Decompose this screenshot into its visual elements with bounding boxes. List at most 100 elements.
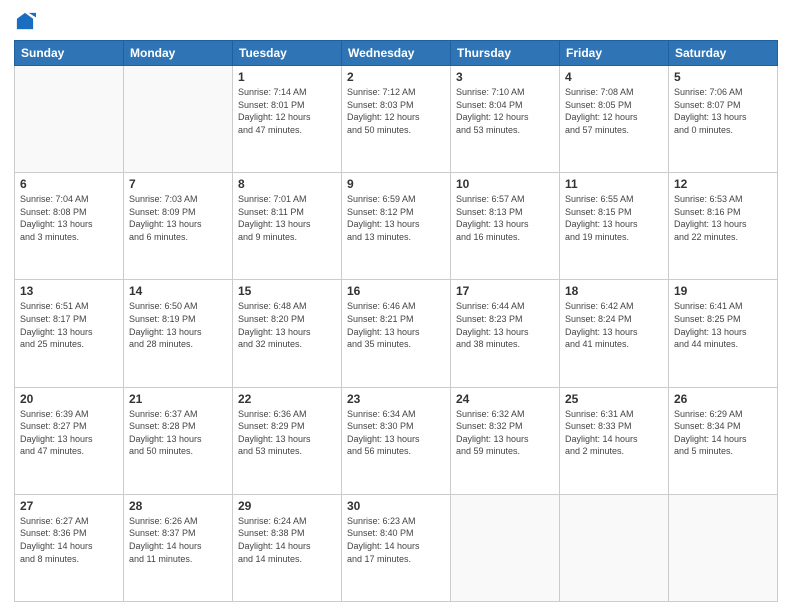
day-number: 23: [347, 392, 445, 406]
day-number: 7: [129, 177, 227, 191]
day-number: 2: [347, 70, 445, 84]
day-info: Sunrise: 7:10 AM Sunset: 8:04 PM Dayligh…: [456, 86, 554, 136]
day-number: 8: [238, 177, 336, 191]
calendar-cell: 16 Sunrise: 6:46 AM Sunset: 8:21 PM Dayli…: [342, 280, 451, 387]
calendar-cell: 30Sunrise: 6:23 AM Sunset: 8:40 PM Dayli…: [342, 494, 451, 601]
day-number: 21: [129, 392, 227, 406]
calendar-cell: 22Sunrise: 6:36 AM Sunset: 8:29 PM Dayli…: [233, 387, 342, 494]
day-number: 12: [674, 177, 772, 191]
day-info: Sunrise: 6:44 AM Sunset: 8:23 PM Dayligh…: [456, 300, 554, 350]
calendar-cell: 19 Sunrise: 6:41 AM Sunset: 8:25 PM Dayli…: [669, 280, 778, 387]
day-info: Sunrise: 7:04 AM Sunset: 8:08 PM Dayligh…: [20, 193, 118, 243]
day-info: Sunrise: 7:06 AM Sunset: 8:07 PM Dayligh…: [674, 86, 772, 136]
day-number: 27: [20, 499, 118, 513]
day-number: 4: [565, 70, 663, 84]
calendar-cell: [560, 494, 669, 601]
calendar-cell: 3 Sunrise: 7:10 AM Sunset: 8:04 PM Daylig…: [451, 66, 560, 173]
calendar-cell: 6Sunrise: 7:04 AM Sunset: 8:08 PM Daylig…: [15, 173, 124, 280]
calendar-cell: 2 Sunrise: 7:12 AM Sunset: 8:03 PM Daylig…: [342, 66, 451, 173]
calendar-cell: 17 Sunrise: 6:44 AM Sunset: 8:23 PM Dayli…: [451, 280, 560, 387]
day-info: Sunrise: 6:24 AM Sunset: 8:38 PM Dayligh…: [238, 515, 336, 565]
day-info: Sunrise: 6:27 AM Sunset: 8:36 PM Dayligh…: [20, 515, 118, 565]
day-number: 24: [456, 392, 554, 406]
day-info: Sunrise: 6:31 AM Sunset: 8:33 PM Dayligh…: [565, 408, 663, 458]
calendar-cell: [15, 66, 124, 173]
calendar-cell: 4 Sunrise: 7:08 AM Sunset: 8:05 PM Daylig…: [560, 66, 669, 173]
day-number: 9: [347, 177, 445, 191]
calendar-cell: 5 Sunrise: 7:06 AM Sunset: 8:07 PM Daylig…: [669, 66, 778, 173]
calendar-cell: 15Sunrise: 6:48 AM Sunset: 8:20 PM Dayli…: [233, 280, 342, 387]
day-number: 14: [129, 284, 227, 298]
calendar-cell: 26 Sunrise: 6:29 AM Sunset: 8:34 PM Dayli…: [669, 387, 778, 494]
day-info: Sunrise: 6:46 AM Sunset: 8:21 PM Dayligh…: [347, 300, 445, 350]
day-info: Sunrise: 6:55 AM Sunset: 8:15 PM Dayligh…: [565, 193, 663, 243]
day-number: 5: [674, 70, 772, 84]
calendar-cell: 25Sunrise: 6:31 AM Sunset: 8:33 PM Dayli…: [560, 387, 669, 494]
calendar-cell: 27 Sunrise: 6:27 AM Sunset: 8:36 PM Dayli…: [15, 494, 124, 601]
calendar-week-row: 20 Sunrise: 6:39 AM Sunset: 8:27 PM Dayli…: [15, 387, 778, 494]
calendar-cell: 7 Sunrise: 7:03 AM Sunset: 8:09 PM Daylig…: [124, 173, 233, 280]
calendar-cell: [124, 66, 233, 173]
day-info: Sunrise: 6:29 AM Sunset: 8:34 PM Dayligh…: [674, 408, 772, 458]
day-info: Sunrise: 6:53 AM Sunset: 8:16 PM Dayligh…: [674, 193, 772, 243]
day-number: 20: [20, 392, 118, 406]
day-header: Friday: [560, 41, 669, 66]
day-info: Sunrise: 7:08 AM Sunset: 8:05 PM Dayligh…: [565, 86, 663, 136]
calendar-cell: 24 Sunrise: 6:32 AM Sunset: 8:32 PM Dayli…: [451, 387, 560, 494]
calendar-cell: 21 Sunrise: 6:37 AM Sunset: 8:28 PM Dayli…: [124, 387, 233, 494]
calendar-cell: 8 Sunrise: 7:01 AM Sunset: 8:11 PM Daylig…: [233, 173, 342, 280]
day-info: Sunrise: 7:14 AM Sunset: 8:01 PM Dayligh…: [238, 86, 336, 136]
calendar-table: SundayMondayTuesdayWednesdayThursdayFrid…: [14, 40, 778, 602]
day-info: Sunrise: 6:42 AM Sunset: 8:24 PM Dayligh…: [565, 300, 663, 350]
day-info: Sunrise: 7:12 AM Sunset: 8:03 PM Dayligh…: [347, 86, 445, 136]
calendar-cell: 18Sunrise: 6:42 AM Sunset: 8:24 PM Dayli…: [560, 280, 669, 387]
day-info: Sunrise: 6:50 AM Sunset: 8:19 PM Dayligh…: [129, 300, 227, 350]
day-number: 10: [456, 177, 554, 191]
calendar-header-row: SundayMondayTuesdayWednesdayThursdayFrid…: [15, 41, 778, 66]
day-number: 19: [674, 284, 772, 298]
day-info: Sunrise: 6:59 AM Sunset: 8:12 PM Dayligh…: [347, 193, 445, 243]
day-number: 11: [565, 177, 663, 191]
calendar-cell: 23 Sunrise: 6:34 AM Sunset: 8:30 PM Dayli…: [342, 387, 451, 494]
day-info: Sunrise: 7:03 AM Sunset: 8:09 PM Dayligh…: [129, 193, 227, 243]
calendar-week-row: 27 Sunrise: 6:27 AM Sunset: 8:36 PM Dayli…: [15, 494, 778, 601]
day-number: 29: [238, 499, 336, 513]
day-info: Sunrise: 6:23 AM Sunset: 8:40 PM Dayligh…: [347, 515, 445, 565]
day-info: Sunrise: 6:41 AM Sunset: 8:25 PM Dayligh…: [674, 300, 772, 350]
day-info: Sunrise: 6:32 AM Sunset: 8:32 PM Dayligh…: [456, 408, 554, 458]
day-info: Sunrise: 6:39 AM Sunset: 8:27 PM Dayligh…: [20, 408, 118, 458]
day-number: 17: [456, 284, 554, 298]
day-info: Sunrise: 7:01 AM Sunset: 8:11 PM Dayligh…: [238, 193, 336, 243]
calendar-cell: 1 Sunrise: 7:14 AM Sunset: 8:01 PM Daylig…: [233, 66, 342, 173]
day-info: Sunrise: 6:34 AM Sunset: 8:30 PM Dayligh…: [347, 408, 445, 458]
calendar-cell: 28Sunrise: 6:26 AM Sunset: 8:37 PM Dayli…: [124, 494, 233, 601]
day-header: Sunday: [15, 41, 124, 66]
day-number: 26: [674, 392, 772, 406]
day-info: Sunrise: 6:37 AM Sunset: 8:28 PM Dayligh…: [129, 408, 227, 458]
day-number: 16: [347, 284, 445, 298]
calendar-cell: 14 Sunrise: 6:50 AM Sunset: 8:19 PM Dayli…: [124, 280, 233, 387]
calendar-cell: 12 Sunrise: 6:53 AM Sunset: 8:16 PM Dayli…: [669, 173, 778, 280]
day-number: 1: [238, 70, 336, 84]
calendar-week-row: 13 Sunrise: 6:51 AM Sunset: 8:17 PM Dayli…: [15, 280, 778, 387]
day-number: 13: [20, 284, 118, 298]
calendar-cell: 10 Sunrise: 6:57 AM Sunset: 8:13 PM Dayli…: [451, 173, 560, 280]
page-container: SundayMondayTuesdayWednesdayThursdayFrid…: [0, 0, 792, 612]
logo-icon: [14, 10, 36, 32]
calendar-cell: 20 Sunrise: 6:39 AM Sunset: 8:27 PM Dayli…: [15, 387, 124, 494]
calendar-cell: 11 Sunrise: 6:55 AM Sunset: 8:15 PM Dayli…: [560, 173, 669, 280]
calendar-cell: 9 Sunrise: 6:59 AM Sunset: 8:12 PM Daylig…: [342, 173, 451, 280]
day-header: Wednesday: [342, 41, 451, 66]
day-header: Tuesday: [233, 41, 342, 66]
calendar-cell: 13 Sunrise: 6:51 AM Sunset: 8:17 PM Dayli…: [15, 280, 124, 387]
day-info: Sunrise: 6:36 AM Sunset: 8:29 PM Dayligh…: [238, 408, 336, 458]
day-info: Sunrise: 6:51 AM Sunset: 8:17 PM Dayligh…: [20, 300, 118, 350]
day-number: 3: [456, 70, 554, 84]
calendar-week-row: 6Sunrise: 7:04 AM Sunset: 8:08 PM Daylig…: [15, 173, 778, 280]
day-header: Saturday: [669, 41, 778, 66]
day-info: Sunrise: 6:57 AM Sunset: 8:13 PM Dayligh…: [456, 193, 554, 243]
day-header: Thursday: [451, 41, 560, 66]
calendar-cell: [669, 494, 778, 601]
calendar-cell: 29 Sunrise: 6:24 AM Sunset: 8:38 PM Dayli…: [233, 494, 342, 601]
calendar-week-row: 1 Sunrise: 7:14 AM Sunset: 8:01 PM Daylig…: [15, 66, 778, 173]
